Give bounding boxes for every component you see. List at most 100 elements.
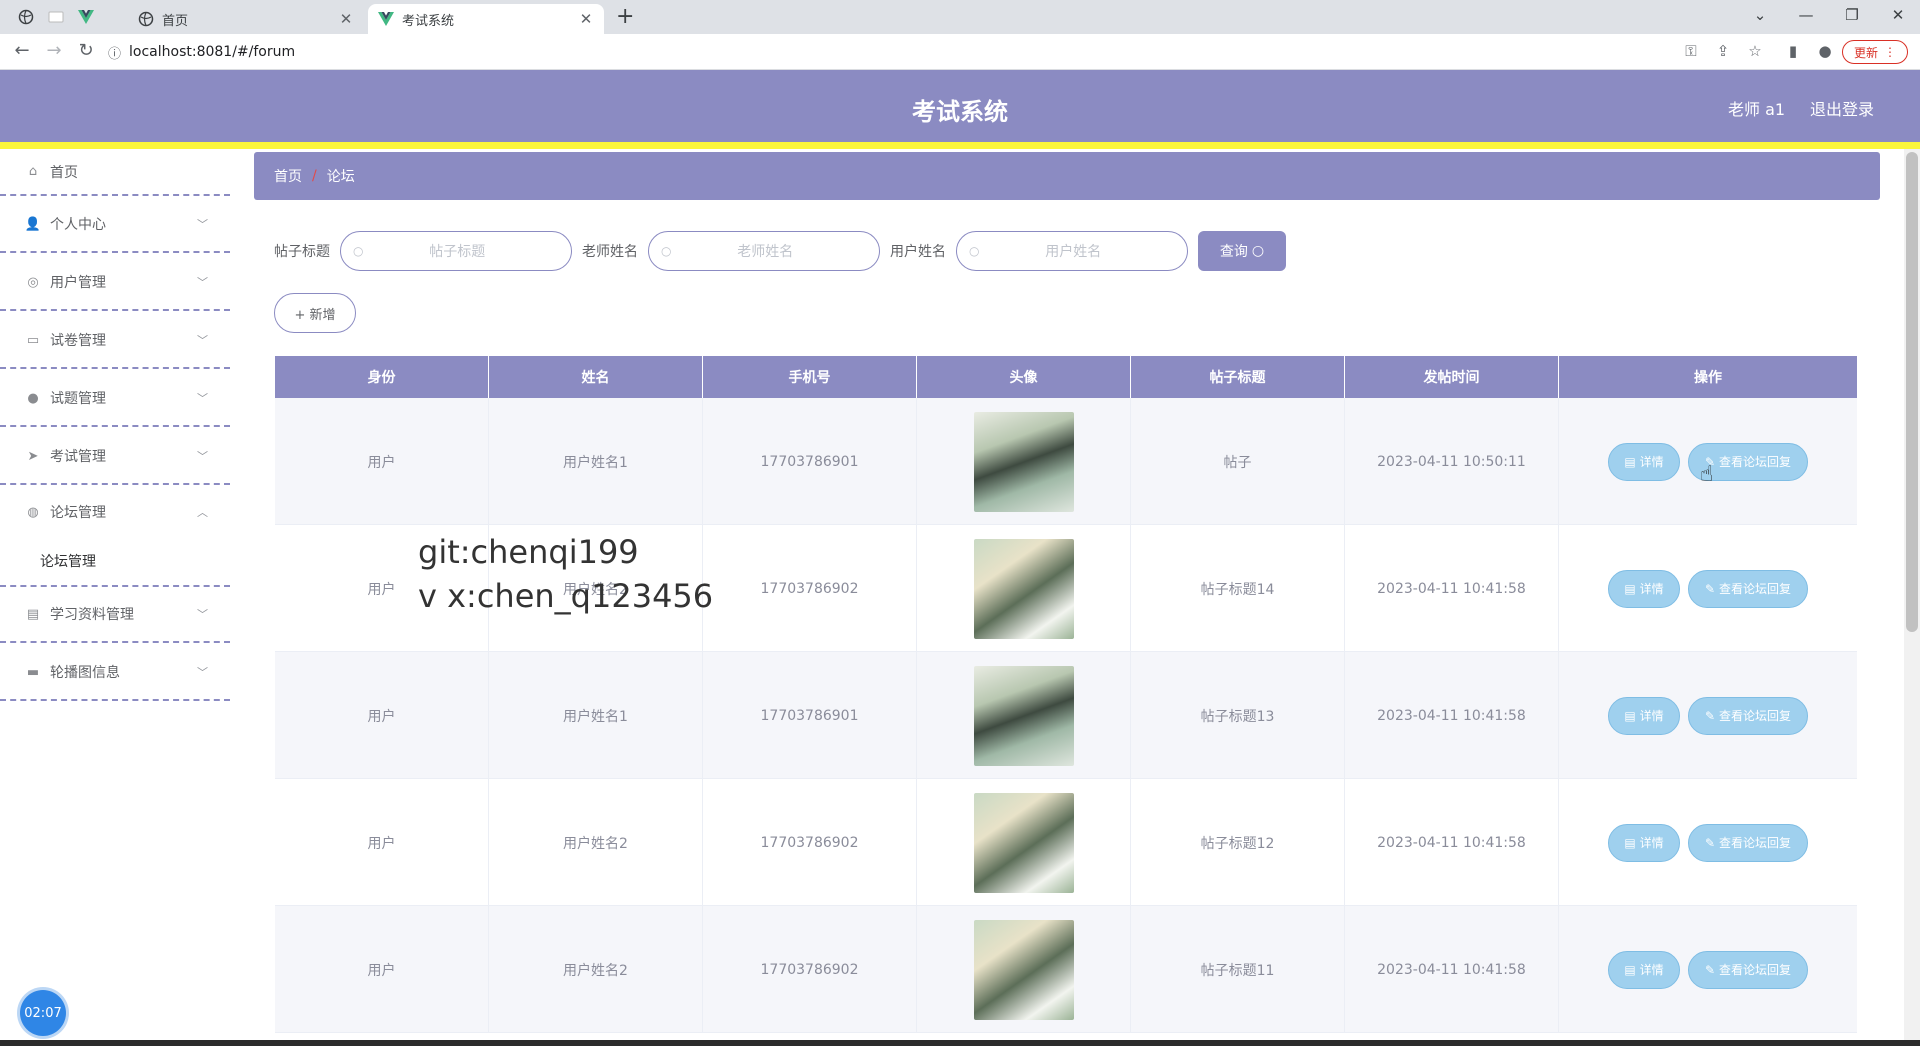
share-icon[interactable]: ⇪ [1712,42,1734,60]
view-replies-button[interactable]: ✎ 查看论坛回复 [1688,950,1808,989]
search-icon: ○ [661,244,672,258]
document-icon: ▭ [26,332,40,348]
hand-cursor-icon: ☝ [1700,462,1714,487]
cell-avatar [917,525,1131,652]
reply-label: 查看论坛回复 [1719,963,1792,977]
key-icon[interactable]: ⚿ [1680,42,1702,60]
vue-tab-icon[interactable] [74,6,98,28]
cell-avatar [917,398,1131,525]
search-form: 帖子标题 ○ 帖子标题 老师姓名 ○ 老师姓名 用户姓名 ○ 用户姓名 查询 ○ [274,231,1286,271]
cell-role: 用户 [275,652,489,779]
side-panel-icon[interactable]: ▮ [1782,42,1804,60]
close-icon[interactable]: ✕ [576,10,596,28]
detail-button[interactable]: ▤ 详情 [1608,950,1680,989]
logout-link[interactable]: 退出登录 [1810,96,1874,120]
site-info-icon[interactable]: ⓘ [108,43,121,62]
sidebar-item-carousel[interactable]: ▬ 轮播图信息 ﹀ [0,645,230,701]
forward-arrow-icon[interactable]: → [42,40,66,61]
view-replies-button[interactable]: ✎ 查看论坛回复 [1688,569,1808,608]
reply-label: 查看论坛回复 [1719,836,1792,850]
cell-phone: 17703786901 [703,652,917,779]
close-icon[interactable]: ✕ [336,10,356,28]
avatar [973,411,1074,512]
detail-label: 详情 [1639,582,1664,596]
title-search-input[interactable]: ○ 帖子标题 [340,231,572,271]
url-field[interactable]: ⓘ localhost:8081/#/forum [108,38,1668,66]
detail-label: 详情 [1639,455,1664,469]
breadcrumb-home[interactable]: 首页 [274,166,302,186]
user-search-input[interactable]: ○ 用户姓名 [956,231,1188,271]
back-arrow-icon[interactable]: ← [10,40,34,61]
blank-tab-icon[interactable] [44,6,68,28]
browser-update-button[interactable]: 更新 ⋮ [1842,40,1908,64]
submenu-forum-management[interactable]: 论坛管理 [0,536,230,586]
add-button[interactable]: + 新增 [274,293,356,333]
reload-icon[interactable]: ↻ [74,40,98,61]
teacher-search-input[interactable]: ○ 老师姓名 [648,231,880,271]
title-search-placeholder: 帖子标题 [429,244,486,260]
column-header: 操作 [1694,370,1722,386]
chevron-down-icon: ﹀ [197,334,208,347]
sidebar-item-label: 学习资料管理 [50,607,134,623]
detail-button[interactable]: ▤ 详情 [1608,696,1680,735]
sidebar-item-exams[interactable]: ➤ 考试管理 ﹀ [0,429,230,485]
new-tab-button[interactable]: + [616,6,634,28]
cell-role: 用户 [275,906,489,1033]
query-button[interactable]: 查询 ○ [1198,231,1286,271]
column-header: 身份 [275,356,489,398]
sidebar-item-home[interactable]: ⌂ 首页 [0,149,230,196]
edit-icon: ✎ [1704,708,1716,723]
breadcrumb: 首页 / 论坛 [254,152,1880,200]
url-text: localhost:8081/#/forum [129,44,296,60]
detail-button[interactable]: ▤ 详情 [1608,823,1680,862]
watermark-line2: v x:chen_q123456 [418,577,714,615]
tab-home[interactable]: 首页 ✕ [128,4,364,34]
sidebar-item-label: 首页 [50,164,78,181]
sidebar-item-label: 试卷管理 [50,333,106,349]
clock-badge[interactable]: 02:07 [20,990,66,1036]
watermark-line1: git:chenqi199 [418,533,639,571]
update-label: 更新 [1853,45,1878,60]
sidebar-item-label: 用户管理 [50,275,106,291]
globe-icon: ◍ [27,504,39,520]
tab-search-chevron-icon[interactable]: ⌄ [1740,6,1780,24]
query-button-label: 查询 [1219,244,1248,260]
view-replies-button[interactable]: ✎ 查看论坛回复 [1688,823,1808,862]
detail-button[interactable]: ▤ 详情 [1608,569,1680,608]
scrollbar-thumb[interactable] [1906,152,1918,632]
sidebar-item-questions[interactable]: ● 试题管理 ﹀ [0,371,230,427]
cell-post-time: 2023-04-11 10:41:58 [1345,906,1559,1033]
breadcrumb-separator: / [312,168,317,184]
cell-avatar [917,652,1131,779]
cell-avatar [917,779,1131,906]
globe-tab-icon[interactable] [14,6,38,28]
sidebar-item-forum[interactable]: ◍ 论坛管理 ︿ [0,487,230,537]
detail-label: 详情 [1639,709,1664,723]
sidebar-item-users[interactable]: ◎ 用户管理 ﹀ [0,255,230,311]
window-close-button[interactable]: ✕ [1878,6,1918,24]
sidebar-item-materials[interactable]: ▤ 学习资料管理 ﹀ [0,587,230,643]
chevron-down-icon: ﹀ [197,392,208,405]
tab-exam-system[interactable]: 考试系统 ✕ [368,4,604,34]
sidebar-item-label: 轮播图信息 [50,665,120,681]
address-bar: ← → ↻ ⓘ localhost:8081/#/forum ⚿ ⇪ ☆ ▮ ●… [0,34,1920,70]
minimize-button[interactable]: — [1786,6,1826,24]
profile-avatar-icon[interactable]: ● [1814,42,1836,60]
cell-post-time: 2023-04-11 10:41:58 [1345,779,1559,906]
reply-label: 查看论坛回复 [1719,455,1792,469]
column-header: 发帖时间 [1345,356,1559,398]
view-replies-button[interactable]: ✎ 查看论坛回复 [1688,696,1808,735]
star-icon[interactable]: ☆ [1744,42,1766,60]
restore-button[interactable]: ❐ [1832,6,1872,24]
sidebar-item-personal[interactable]: 👤 个人中心 ﹀ [0,197,230,253]
compass-icon: ◎ [27,274,39,290]
cell-role: 用户 [275,779,489,906]
cell-phone: 17703786902 [703,906,917,1033]
search-icon: ○ [353,244,364,258]
cell-post-title: 帖子标题11 [1131,906,1345,1033]
tab-exam-title: 考试系统 [402,13,455,29]
chevron-down-icon: ﹀ [197,666,208,679]
document-icon: ▤ [1624,454,1636,469]
sidebar-item-papers[interactable]: ▭ 试卷管理 ﹀ [0,313,230,369]
detail-button[interactable]: ▤ 详情 [1608,442,1680,481]
